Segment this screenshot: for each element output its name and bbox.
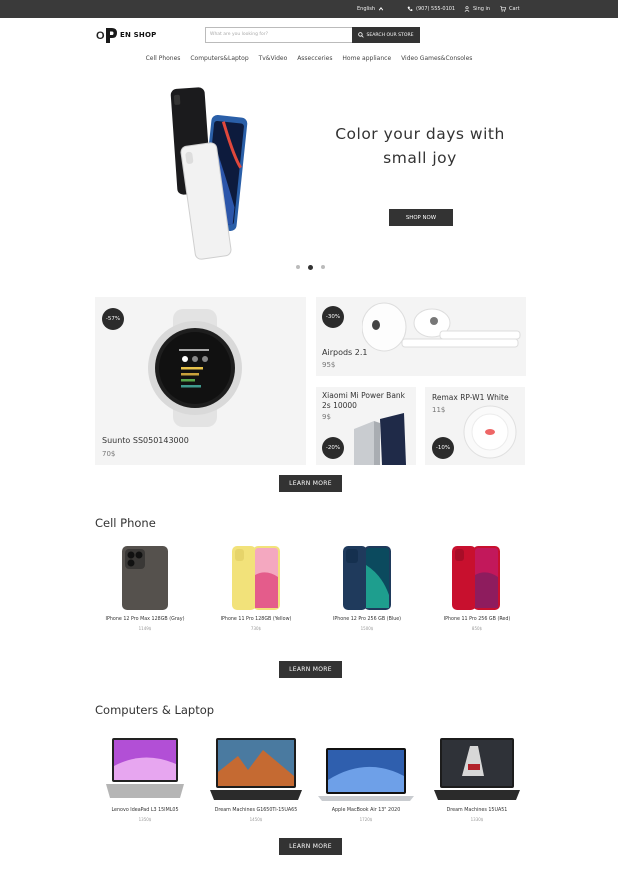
promo-card-watch[interactable]: -57% Suunto SS050143000 70$ <box>95 297 306 465</box>
phone-image-gray <box>122 546 168 610</box>
product-price: 730$ <box>250 626 262 631</box>
product-price: 850$ <box>471 626 483 631</box>
discount-badge: -20% <box>322 437 344 459</box>
product-price: 1330$ <box>470 817 484 822</box>
chevron-up-icon <box>378 7 384 11</box>
hero-title-line1: Color your days with <box>335 125 505 143</box>
cart-label: Cart <box>509 6 520 12</box>
search-input[interactable]: What are you looking for? <box>205 27 357 43</box>
laptop-image-lenovo <box>106 738 184 798</box>
nav-item-cell-phones[interactable]: Cell Phones <box>146 55 181 62</box>
main-nav: Cell Phones Computers&Laptop Tv&Video As… <box>0 55 618 65</box>
product-price: 9$ <box>322 413 331 421</box>
signin-link[interactable]: Sing in <box>464 6 490 12</box>
product-name[interactable]: IPhone 12 Pro Max 128GB (Gray) <box>85 617 205 622</box>
product-price: 11$ <box>432 406 446 414</box>
learn-more-button[interactable]: LEARN MORE <box>279 475 342 492</box>
product-price: 1350$ <box>138 817 152 822</box>
phone-image-blue <box>343 546 391 610</box>
phone-image-yellow <box>232 546 280 610</box>
product-name: Airpods 2.1 <box>322 348 368 357</box>
promo-card-airpods[interactable]: -30% Airpods 2.1 95$ <box>316 297 526 376</box>
svg-text:O: O <box>96 30 105 42</box>
product-name[interactable]: Apple MacBook Air 13" 2020 <box>306 808 426 813</box>
product-name[interactable]: Dream Machines G1650Ti-15UA65 <box>196 808 316 813</box>
discount-badge: -57% <box>102 308 124 330</box>
search-icon <box>358 32 365 38</box>
learn-more-button[interactable]: LEARN MORE <box>279 838 342 855</box>
laptop-image-macbook <box>318 748 414 801</box>
logo-text: EN SHOP <box>120 31 157 39</box>
user-icon <box>464 6 470 12</box>
language-selector[interactable]: English <box>357 6 384 12</box>
powerbank-image <box>354 413 406 465</box>
language-label: English <box>357 6 376 12</box>
product-name: Suunto SS050143000 <box>102 436 189 445</box>
carousel-dot-active[interactable] <box>308 264 313 270</box>
hero-phones-image <box>170 87 248 260</box>
product-name[interactable]: IPhone 11 Pro 256 GB (Red) <box>417 617 537 622</box>
nav-item-video-games[interactable]: Video Games&Consoles <box>401 55 472 62</box>
search-button-label: SEARCH OUR STORE <box>366 32 414 38</box>
laptop-image-dream-g1650 <box>210 738 302 800</box>
product-name[interactable]: Dream Machines 15UA51 <box>417 808 537 813</box>
hero-title-line2: small joy <box>383 149 457 167</box>
signin-label: Sing in <box>473 6 491 12</box>
product-price: 1500$ <box>360 626 374 631</box>
carousel-dot[interactable] <box>296 265 300 269</box>
shop-now-button[interactable]: SHOP NOW <box>389 209 453 226</box>
carousel-dot[interactable] <box>321 265 325 269</box>
search-bar: What are you looking for? SEARCH OUR STO… <box>205 27 420 43</box>
product-price: 70$ <box>102 450 116 458</box>
product-name-line1: Xiaomi Mi Power Bank <box>322 391 406 400</box>
nav-item-home-appliance[interactable]: Home appliance <box>342 55 391 62</box>
product-name[interactable]: IPhone 11 Pro 128GB (Yellow) <box>196 617 316 622</box>
airpods-image <box>362 302 521 352</box>
logo-icon: O <box>96 28 117 43</box>
watch-image <box>148 309 242 427</box>
product-price: 95$ <box>322 361 336 369</box>
phone-number: (907) 555-0101 <box>416 6 456 12</box>
laptop-image-dream-15ua51 <box>434 738 520 800</box>
phone-link[interactable]: (907) 555-0101 <box>407 6 455 12</box>
product-price: 1720$ <box>359 817 373 822</box>
nav-item-tv-video[interactable]: Tv&Video <box>259 55 288 62</box>
discount-badge: -30% <box>322 306 344 328</box>
product-name: Xiaomi Mi Power Bank 2s 10000 <box>322 391 405 411</box>
product-name[interactable]: Lenovo IdeaPad L3 15IML05 <box>85 808 205 813</box>
product-name: Remax RP-W1 White <box>432 393 509 402</box>
nav-item-computers[interactable]: Computers&Laptop <box>190 55 248 62</box>
cart-icon <box>500 6 506 12</box>
product-price: 1149$ <box>138 626 152 631</box>
discount-badge: -10% <box>432 437 454 459</box>
section-title-computers: Computers & Laptop <box>95 703 215 717</box>
search-button[interactable]: SEARCH OUR STORE <box>352 27 420 43</box>
cart-link[interactable]: Cart <box>500 6 520 12</box>
promo-card-remax[interactable]: Remax RP-W1 White 11$ -10% <box>425 387 525 465</box>
promo-card-powerbank[interactable]: Xiaomi Mi Power Bank 2s 10000 9$ -20% <box>316 387 416 465</box>
top-bar: English (907) 555-0101 Sing in Cart <box>0 0 618 18</box>
phone-image-red <box>452 546 500 610</box>
product-name[interactable]: IPhone 12 Pro 256 GB (Blue) <box>307 617 427 622</box>
wireless-charger-image <box>463 405 517 459</box>
learn-more-button[interactable]: LEARN MORE <box>279 661 342 678</box>
nav-item-accessories[interactable]: Assecceries <box>297 55 332 62</box>
product-name-line2: 2s 10000 <box>322 401 357 410</box>
product-price: 1450$ <box>249 817 263 822</box>
phone-icon <box>407 6 413 11</box>
hero-title: Color your days with small joy <box>330 122 510 170</box>
site-logo[interactable]: O EN SHOP <box>96 24 166 46</box>
section-title-cell-phone: Cell Phone <box>95 516 156 530</box>
